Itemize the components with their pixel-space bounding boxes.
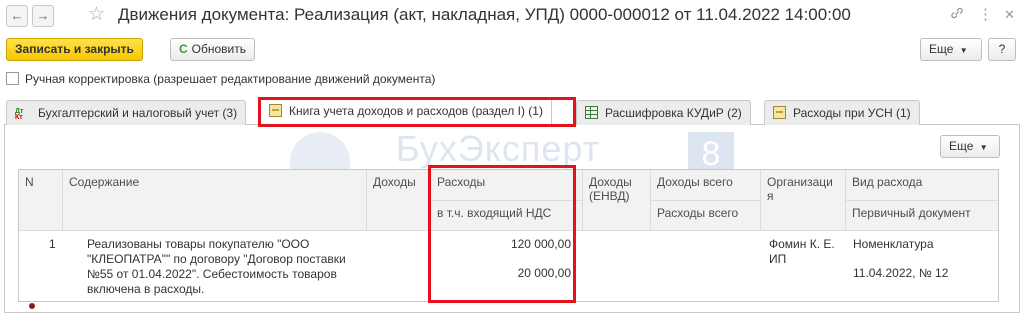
col-header-vat-included[interactable]: в т.ч. входящий НДС [431, 201, 583, 231]
col-header-income[interactable]: Доходы [367, 170, 431, 231]
refresh-icon: C [179, 42, 188, 56]
col-header-income-envd[interactable]: Доходы (ЕНВД) [583, 170, 651, 231]
back-button[interactable]: ← [6, 5, 28, 27]
tab-bar: Дт Кт Бухгалтерский и налоговый учет (3) К… [0, 97, 1024, 125]
close-icon[interactable]: ✕ [1004, 6, 1015, 24]
tab-usn-expenses[interactable]: Расходы при УСН (1) [764, 100, 920, 125]
more-vertical-icon[interactable]: ⋮ [978, 6, 993, 24]
tab-accounting[interactable]: Дт Кт Бухгалтерский и налоговый учет (3) [6, 100, 247, 125]
tab-usn-expenses-label: Расходы при УСН (1) [793, 106, 911, 120]
panel-more-label: Еще [949, 139, 974, 153]
col-header-expenses-total[interactable]: Расходы всего [651, 201, 761, 231]
table-row[interactable]: 1 Реализованы товары покупателю "ООО "КЛ… [19, 231, 998, 309]
row-primary-document: 11.04.2022, № 12 [853, 266, 949, 280]
col-header-expense-type[interactable]: Вид расхода [846, 170, 998, 201]
dt-kt-icon: Дт Кт [15, 108, 24, 121]
save-and-close-button[interactable]: Записать и закрыть [6, 38, 143, 61]
panel-more-button[interactable]: Еще ▼ [940, 135, 1000, 158]
col-header-organization[interactable]: Организация [761, 170, 846, 231]
more-actions-label: Еще [929, 42, 954, 56]
book-icon [773, 106, 786, 119]
tab-income-expense-book-label: Книга учета доходов и расходов (раздел I… [289, 104, 543, 118]
window-title: Движения документа: Реализация (акт, нак… [118, 5, 851, 24]
movements-table: N Содержание Доходы Расходы в т.ч. входя… [18, 169, 999, 309]
row-organization: Фомин К. Е. ИП [769, 237, 835, 266]
chevron-down-icon: ▼ [959, 46, 968, 55]
book-icon [269, 104, 282, 117]
arrow-right-icon: → [36, 8, 50, 23]
star-icon[interactable]: ☆ [88, 3, 105, 27]
row-content: Реализованы товары покупателю "ООО "КЛЕО… [87, 237, 346, 296]
row-expenses: 120 000,00 [510, 237, 571, 251]
link-icon[interactable] [950, 6, 964, 25]
refresh-label: Обновить [191, 42, 247, 56]
col-header-n[interactable]: N [19, 170, 63, 231]
chevron-down-icon: ▼ [979, 143, 988, 152]
tab-accounting-label: Бухгалтерский и налоговый учет (3) [38, 106, 238, 120]
row-number: 1 [49, 237, 56, 251]
col-header-content[interactable]: Содержание [63, 170, 367, 231]
table-grid-icon [585, 106, 598, 119]
tab-kudir-breakdown[interactable]: Расшифровка КУДиР (2) [576, 100, 751, 125]
row-expense-type: Номенклатура [853, 237, 934, 251]
more-actions-button[interactable]: Еще ▼ [920, 38, 982, 61]
arrow-left-icon: ← [10, 8, 24, 23]
manual-correction-checkbox[interactable] [6, 72, 19, 85]
col-header-expenses[interactable]: Расходы [431, 170, 583, 201]
title-bar: ← → ☆ Движения документа: Реализация (ак… [0, 0, 1024, 32]
refresh-button[interactable]: C Обновить [170, 38, 256, 61]
help-button[interactable]: ? [988, 38, 1016, 61]
row-marker-icon [29, 303, 35, 309]
row-vat-included: 20 000,00 [517, 266, 571, 280]
manual-correction-row[interactable]: Ручная корректировка (разрешает редактир… [6, 72, 435, 88]
manual-correction-label: Ручная корректировка (разрешает редактир… [25, 72, 436, 86]
col-header-income-total[interactable]: Доходы всего [651, 170, 761, 201]
forward-button[interactable]: → [32, 5, 54, 27]
tab-kudir-breakdown-label: Расшифровка КУДиР (2) [605, 106, 742, 120]
col-header-primary-document[interactable]: Первичный документ [846, 201, 998, 231]
tab-income-expense-book[interactable]: Книга учета доходов и расходов (раздел I… [260, 97, 552, 125]
